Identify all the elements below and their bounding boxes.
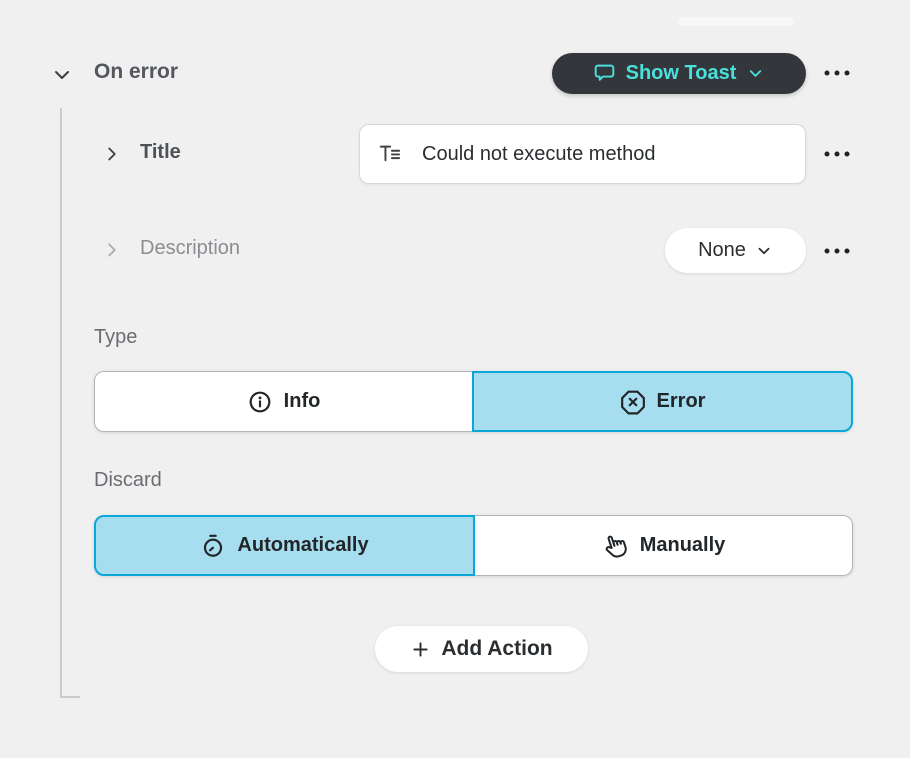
plus-icon: [410, 639, 431, 660]
description-selected-option: None: [698, 239, 746, 262]
discard-section-label: Discard: [94, 469, 162, 492]
discard-option-label: Automatically: [237, 534, 368, 557]
type-segmented-control: Info Error: [94, 371, 853, 432]
type-option-label: Info: [284, 390, 321, 413]
title-field-label: Title: [140, 141, 181, 164]
action-type-label: Show Toast: [626, 62, 737, 85]
section-title: On error: [94, 60, 178, 84]
add-action-button[interactable]: Add Action: [375, 626, 588, 672]
type-section-label: Type: [94, 326, 137, 349]
title-expand-chevron-right-icon[interactable]: [101, 143, 123, 165]
discard-option-manually[interactable]: Manually: [475, 515, 853, 576]
on-error-panel: On error Show Toast Title Description No…: [0, 0, 910, 758]
action-type-selector-button[interactable]: Show Toast: [552, 53, 806, 94]
stopwatch-icon: [200, 533, 226, 559]
type-option-label: Error: [657, 390, 706, 413]
chevron-down-icon: [746, 64, 765, 83]
info-circle-icon: [247, 389, 273, 415]
type-option-error[interactable]: Error: [472, 371, 853, 432]
title-input[interactable]: [359, 124, 806, 184]
add-action-label: Add Action: [441, 637, 552, 661]
error-octagon-icon: [620, 389, 646, 415]
chevron-down-icon: [755, 242, 773, 260]
discard-option-automatically[interactable]: Automatically: [94, 515, 475, 576]
discard-option-label: Manually: [640, 534, 726, 557]
speech-bubble-icon: [593, 62, 616, 85]
description-field-label: Description: [140, 237, 240, 260]
title-more-options-button[interactable]: [820, 141, 854, 167]
hand-finger-icon: [602, 532, 629, 559]
description-more-options-button[interactable]: [820, 238, 854, 264]
faint-overlay-strip: [678, 17, 794, 26]
collapse-chevron-down-icon[interactable]: [50, 63, 74, 87]
description-dropdown[interactable]: None: [665, 228, 806, 273]
type-option-info[interactable]: Info: [94, 371, 472, 432]
discard-segmented-control: Automatically Manually: [94, 515, 853, 576]
description-expand-chevron-right-icon[interactable]: [101, 239, 123, 261]
tree-connector-line: [60, 108, 80, 698]
header-more-options-button[interactable]: [820, 60, 854, 86]
